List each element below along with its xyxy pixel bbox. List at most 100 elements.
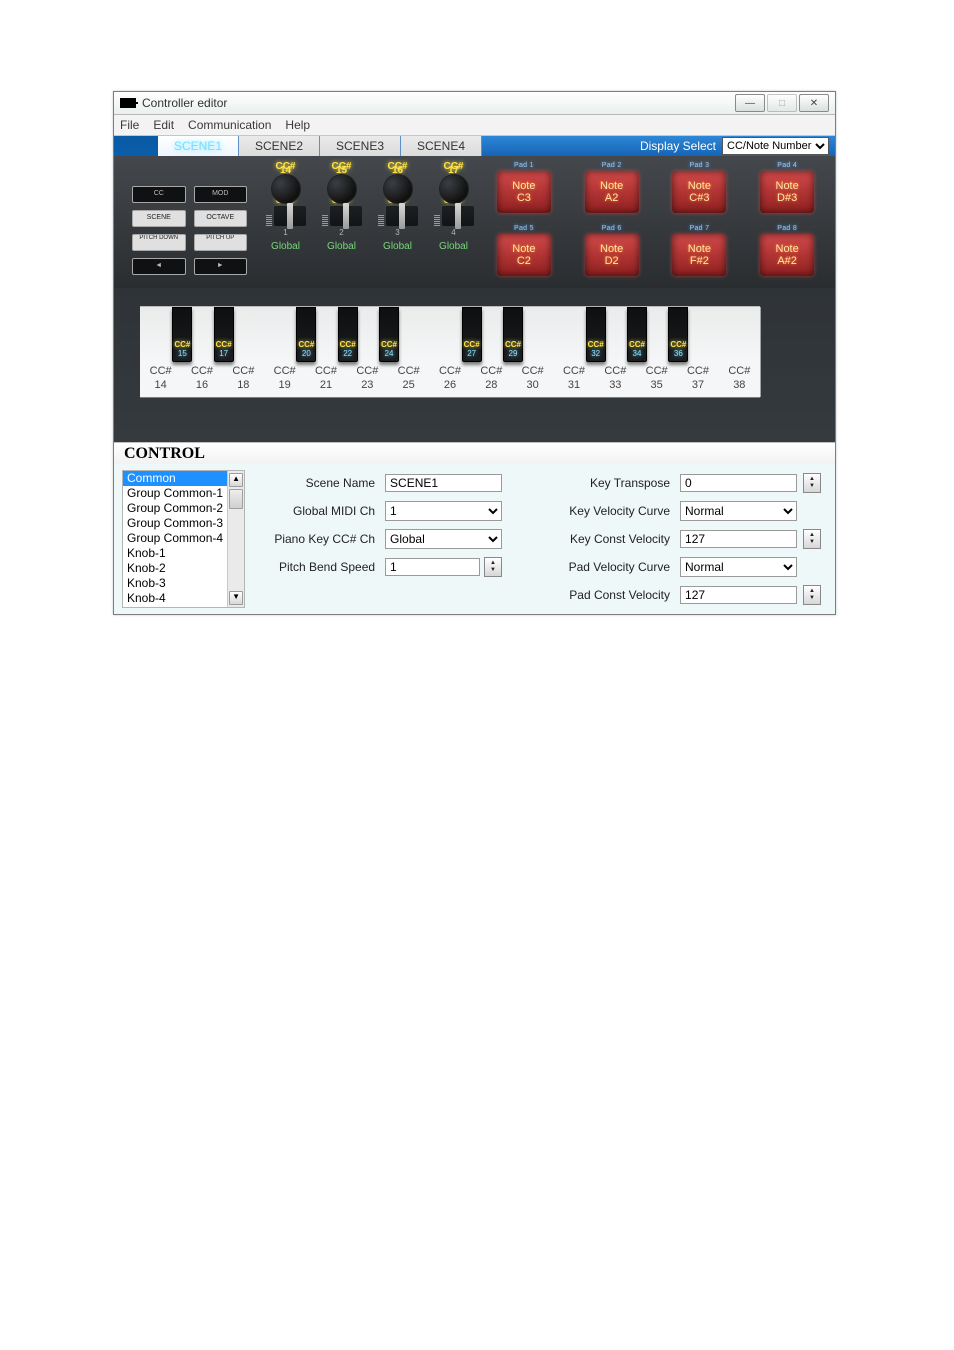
btn-next[interactable]: ► — [194, 258, 248, 275]
btn-prev[interactable]: ◄ — [132, 258, 186, 275]
key-transpose-spinner[interactable]: ▲▼ — [803, 473, 821, 493]
knob[interactable] — [383, 174, 413, 204]
pitch-bend-speed-input[interactable] — [385, 558, 480, 576]
pad-line2: A#2 — [777, 255, 797, 267]
knob-slider-4[interactable]: CC#17CC#4Global — [431, 162, 477, 288]
control-list-item[interactable]: Knob-3 — [123, 576, 227, 591]
pad-velocity-curve-select[interactable]: Normal — [680, 557, 797, 577]
pad-8: Pad 8NoteA#2 — [751, 225, 823, 282]
slider[interactable] — [442, 206, 474, 226]
main-panel: SCENE1 SCENE2 SCENE3 SCENE4 Display Sele… — [114, 136, 835, 614]
control-list-scrollbar[interactable]: ▲ ▼ — [227, 471, 244, 607]
white-key-cc-label: CC# — [181, 365, 222, 377]
keyboard[interactable]: CC#14CC#16CC#18CC#19CC#21CC#23CC#25CC#26… — [140, 306, 760, 398]
btn-pitch-up[interactable]: PITCH UP — [194, 234, 248, 251]
control-list-item[interactable]: Group Common-2 — [123, 501, 227, 516]
black-key-15[interactable]: CC#15 — [172, 307, 192, 362]
pad-button[interactable]: NoteD2 — [585, 234, 639, 276]
knob-slider-area: CC#14CC#1GlobalCC#15CC#2GlobalCC#16CC#3G… — [257, 156, 482, 288]
white-key-cc-num: 26 — [429, 379, 470, 391]
control-list-item[interactable]: Knob-2 — [123, 561, 227, 576]
pitch-bend-speed-spinner[interactable]: ▲▼ — [484, 557, 502, 577]
pad-button[interactable]: NoteA2 — [585, 171, 639, 213]
slider[interactable] — [274, 206, 306, 226]
pad-button[interactable]: NoteA#2 — [760, 234, 814, 276]
pad-line1: Note — [512, 180, 535, 192]
pad-const-velocity-input[interactable] — [680, 586, 797, 604]
control-list-item[interactable]: Group Common-3 — [123, 516, 227, 531]
pad-line1: Note — [600, 243, 623, 255]
black-key-32[interactable]: CC#32 — [586, 307, 606, 362]
piano-key-cc-ch-select[interactable]: Global — [385, 529, 502, 549]
pad-button[interactable]: NoteD#3 — [760, 171, 814, 213]
pad-const-velocity-spinner[interactable]: ▲▼ — [803, 585, 821, 605]
control-list-item[interactable]: Common — [123, 471, 227, 486]
btn-scene[interactable]: SCENE — [132, 210, 186, 227]
global-midi-ch-label: Global MIDI Ch — [259, 504, 379, 518]
black-key-34[interactable]: CC#34 — [627, 307, 647, 362]
black-key-cc-label: CC# — [505, 341, 521, 349]
maximize-button[interactable]: □ — [767, 94, 797, 112]
pad-button[interactable]: NoteF#2 — [672, 234, 726, 276]
pad-line1: Note — [776, 243, 799, 255]
knob[interactable] — [439, 174, 469, 204]
black-key-17[interactable]: CC#17 — [214, 307, 234, 362]
display-select-dropdown[interactable]: CC/Note Number — [722, 137, 829, 155]
close-button[interactable]: ✕ — [799, 94, 829, 112]
btn-pitch-down[interactable]: PITCH DOWN — [132, 234, 186, 251]
scene-tab-2[interactable]: SCENE2 — [239, 136, 320, 156]
scene-tab-3[interactable]: SCENE3 — [320, 136, 401, 156]
btn-mod[interactable]: MOD — [194, 186, 248, 203]
white-key-38[interactable]: CC#38 — [719, 307, 761, 397]
btn-octave[interactable]: OCTAVE — [194, 210, 248, 227]
key-transpose-input[interactable] — [680, 474, 797, 492]
pad-button[interactable]: NoteC3 — [497, 171, 551, 213]
black-key-cc-label: CC# — [381, 341, 397, 349]
scene-tab-4[interactable]: SCENE4 — [401, 136, 482, 156]
black-key-20[interactable]: CC#20 — [296, 307, 316, 362]
slider[interactable] — [386, 206, 418, 226]
black-key-cc-num: 36 — [674, 349, 683, 358]
scene-name-input[interactable] — [385, 474, 502, 492]
control-list-item[interactable]: Knob-1 — [123, 546, 227, 561]
scroll-down-arrow[interactable]: ▼ — [229, 591, 243, 605]
black-key-27[interactable]: CC#27 — [462, 307, 482, 362]
knob[interactable] — [271, 174, 301, 204]
black-key-24[interactable]: CC#24 — [379, 307, 399, 362]
key-const-velocity-spinner[interactable]: ▲▼ — [803, 529, 821, 549]
menu-file[interactable]: File — [120, 118, 139, 132]
piano-key-cc-ch-label: Piano Key CC# Ch — [259, 532, 379, 546]
white-key-cc-label: CC# — [595, 365, 636, 377]
control-list-item[interactable]: Knob-4 — [123, 591, 227, 606]
control-section: CONTROL CommonGroup Common-1Group Common… — [114, 442, 835, 614]
scroll-up-arrow[interactable]: ▲ — [229, 473, 243, 487]
control-list-item[interactable]: Group Common-4 — [123, 531, 227, 546]
global-midi-ch-select[interactable]: 1 — [385, 501, 502, 521]
white-key-cc-label: CC# — [140, 365, 181, 377]
menu-help[interactable]: Help — [285, 118, 310, 132]
minimize-button[interactable]: — — [735, 94, 765, 112]
black-key-36[interactable]: CC#36 — [668, 307, 688, 362]
menu-communication[interactable]: Communication — [188, 118, 271, 132]
menu-edit[interactable]: Edit — [153, 118, 174, 132]
key-const-velocity-input[interactable] — [680, 530, 797, 548]
black-key-cc-num: 17 — [219, 349, 228, 358]
scroll-thumb[interactable] — [229, 489, 243, 509]
black-key-29[interactable]: CC#29 — [503, 307, 523, 362]
page: Controller editor — □ ✕ File Edit Commun… — [0, 0, 954, 1350]
key-velocity-curve-select[interactable]: Normal — [680, 501, 797, 521]
slider[interactable] — [330, 206, 362, 226]
btn-cc[interactable]: CC — [132, 186, 186, 203]
control-list-item[interactable]: Group Common-1 — [123, 486, 227, 501]
scene-tab-1[interactable]: SCENE1 — [158, 136, 239, 156]
knob-slider-3[interactable]: CC#16CC#3Global — [375, 162, 421, 288]
knob-slider-1[interactable]: CC#14CC#1Global — [263, 162, 309, 288]
white-key-cc-num: 25 — [388, 379, 429, 391]
pad-button[interactable]: NoteC#3 — [672, 171, 726, 213]
pad-button[interactable]: NoteC2 — [497, 234, 551, 276]
black-key-22[interactable]: CC#22 — [338, 307, 358, 362]
knob[interactable] — [327, 174, 357, 204]
knob-slider-2[interactable]: CC#15CC#2Global — [319, 162, 365, 288]
pad-line1: Note — [688, 243, 711, 255]
control-list-item[interactable]: Slider-1 — [123, 606, 227, 607]
